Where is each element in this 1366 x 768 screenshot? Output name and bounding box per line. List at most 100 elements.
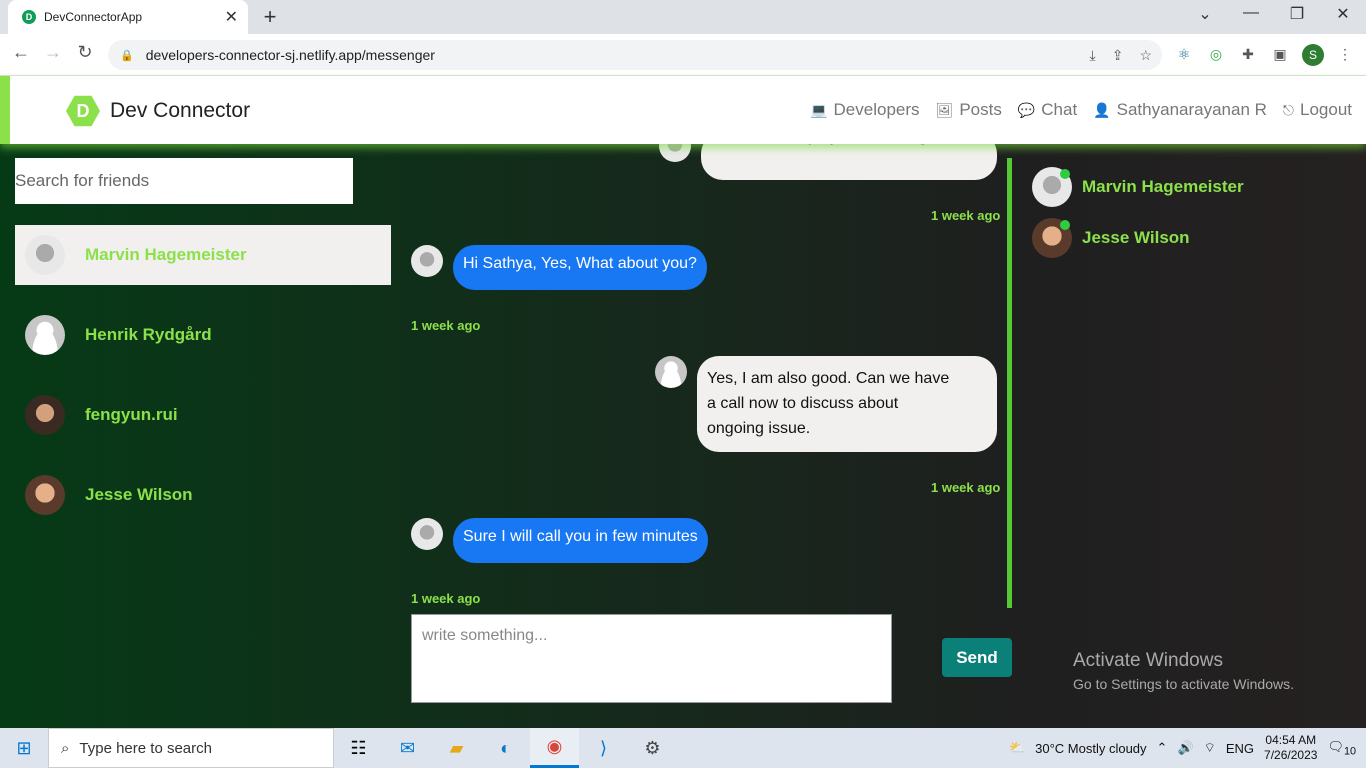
message-timestamp: 1 week ago — [931, 480, 1001, 495]
browser-tab-strip: D DevConnectorApp ✕ + ⌄ — ❐ ✕ — [0, 0, 1366, 34]
edge-icon[interactable]: ◐ — [481, 728, 530, 768]
friend-name: fengyun.rui — [85, 405, 178, 424]
system-tray: ⛅ 30°C Mostly cloudy ⌃ 🔊 ⌔ ENG 04:54 AM … — [1009, 728, 1366, 768]
clock-time: 04:54 AM — [1265, 733, 1317, 747]
chat-divider — [1007, 158, 1012, 608]
mail-icon[interactable]: ✉ — [383, 728, 432, 768]
browser-toolbar: ← → ↻ 🔒 developers-connector-sj.netlify.… — [0, 34, 1366, 76]
online-friend-item[interactable]: Jesse Wilson — [1032, 218, 1272, 258]
menu-kebab-icon[interactable]: ⋮ — [1336, 46, 1354, 64]
windows-start-icon[interactable]: ⊞ — [0, 738, 48, 759]
restore-button[interactable]: ❐ — [1282, 4, 1312, 24]
message-bubble-sent: Yes, I am also good. Can we have a call … — [697, 356, 997, 452]
brand-hex-icon: D — [66, 95, 100, 127]
react-devtools-icon[interactable]: ⚛ — [1175, 46, 1193, 64]
watermark-title: Activate Windows — [1073, 650, 1223, 671]
avatar — [1032, 167, 1072, 207]
minimize-button[interactable]: — — [1236, 4, 1266, 22]
online-friend-item[interactable]: Marvin Hagemeister — [1032, 167, 1272, 207]
message-text-line: ongoing issue. — [707, 420, 811, 437]
activate-windows-watermark: Activate Windows Go to Settings to activ… — [1073, 650, 1294, 692]
friend-item[interactable]: Marvin Hagemeister — [15, 225, 391, 285]
taskbar-search-input[interactable]: ⌕ Type here to search — [48, 728, 334, 768]
notification-icon[interactable]: 🗨10 — [1327, 739, 1356, 758]
message-timestamp: 1 week ago — [411, 591, 481, 606]
avatar — [1032, 218, 1072, 258]
nav-posts-label: Posts — [959, 100, 1002, 119]
task-view-icon[interactable]: ☷ — [334, 728, 383, 768]
nav-developers-label: Developers — [833, 100, 920, 119]
extensions-puzzle-icon[interactable]: ✚ — [1239, 46, 1257, 64]
clock[interactable]: 04:54 AM 7/26/2023 — [1264, 733, 1317, 763]
browser-tab[interactable]: D DevConnectorApp ✕ — [8, 0, 248, 34]
nav-profile[interactable]: 👤 Sathyanarayanan R — [1093, 100, 1267, 120]
avatar — [25, 395, 65, 435]
message-input[interactable]: write something... — [411, 614, 892, 703]
nav-posts[interactable]: 🖼 Posts — [936, 100, 1002, 120]
weather-text[interactable]: 30°C Mostly cloudy — [1035, 741, 1146, 756]
tab-search-chevron-icon[interactable]: ⌄ — [1190, 4, 1220, 24]
network-icon[interactable]: ⌔ — [1204, 740, 1216, 756]
side-panel-icon[interactable]: ▣ — [1271, 46, 1289, 64]
share-icon[interactable]: ⇪ — [1112, 47, 1124, 64]
send-button[interactable]: Send — [942, 638, 1012, 677]
app-navbar: D Dev Connector 💻 Developers 🖼 Posts 💬 Chat… — [0, 76, 1366, 144]
message-text-line: Yes, I am also good. Can we have — [707, 370, 950, 387]
app-icon[interactable]: ⚙ — [628, 728, 677, 768]
message-timestamp: 1 week ago — [411, 318, 481, 333]
new-tab-button[interactable]: + — [258, 4, 282, 30]
notification-count: 10 — [1343, 745, 1356, 758]
install-icon[interactable]: ⤓ — [1090, 47, 1096, 64]
message-bubble-received: Hi Sathya, Yes, What about you? — [453, 245, 707, 290]
avatar — [411, 518, 443, 550]
extension-icon[interactable]: ◎ — [1207, 46, 1225, 64]
watermark-subtitle: Go to Settings to activate Windows. — [1073, 676, 1294, 692]
online-status-icon — [1060, 169, 1070, 179]
nav-profile-label: Sathyanarayanan R — [1116, 100, 1267, 119]
friends-search-input[interactable]: Search for friends — [15, 158, 353, 204]
logout-icon: ⎋ — [1282, 101, 1294, 118]
nav-links: 💻 Developers 🖼 Posts 💬 Chat 👤 Sathyanarayana… — [810, 100, 1352, 120]
avatar — [25, 475, 65, 515]
profile-avatar[interactable]: S — [1302, 44, 1324, 66]
friend-item[interactable]: fengyun.rui — [15, 385, 391, 445]
friend-name: Henrik Rydgård — [85, 325, 212, 344]
message-input-placeholder: write something... — [422, 627, 548, 644]
forward-icon[interactable]: → — [40, 42, 66, 63]
online-friend-name: Jesse Wilson — [1082, 228, 1190, 247]
avatar — [655, 356, 687, 388]
chat-icon: 💬 — [1017, 101, 1036, 118]
message-text-line: a call now to discuss about — [707, 395, 899, 412]
bookmark-star-icon[interactable]: ☆ — [1139, 47, 1152, 64]
nav-chat[interactable]: 💬 Chat — [1018, 100, 1077, 120]
volume-icon[interactable]: 🔊 — [1177, 740, 1193, 756]
message-bubble-received: Sure I will call you in few minutes — [453, 518, 708, 563]
laptop-icon: 💻 — [810, 101, 828, 118]
reload-icon[interactable]: ↻ — [72, 42, 98, 63]
nav-logout[interactable]: ⎋ Logout — [1283, 100, 1352, 120]
favicon-icon: D — [22, 10, 36, 24]
user-icon: 👤 — [1093, 101, 1111, 118]
address-bar[interactable]: 🔒 developers-connector-sj.netlify.app/me… — [108, 40, 1162, 70]
vscode-icon[interactable]: ⟩ — [579, 728, 628, 768]
chrome-icon[interactable]: ◉ — [530, 728, 579, 768]
brand-name: Dev Connector — [110, 99, 251, 122]
lock-icon: 🔒 — [120, 49, 134, 62]
window-close-button[interactable]: ✕ — [1328, 4, 1358, 24]
friend-item[interactable]: Henrik Rydgård — [15, 305, 391, 365]
nav-developers[interactable]: 💻 Developers — [810, 100, 919, 120]
tab-close-icon[interactable]: ✕ — [225, 7, 238, 27]
url-text[interactable]: developers-connector-sj.netlify.app/mess… — [146, 47, 1090, 63]
friends-search-placeholder: Search for friends — [15, 171, 150, 190]
show-hidden-icons-icon[interactable]: ⌃ — [1157, 740, 1168, 756]
avatar — [411, 245, 443, 277]
nav-logout-label: Logout — [1300, 100, 1352, 119]
windows-taskbar: ⊞ ⌕ Type here to search ☷ ✉ ▰ ◐ ◉ ⟩ ⚙ ⛅ … — [0, 728, 1366, 768]
language-indicator[interactable]: ENG — [1226, 741, 1254, 756]
message-timestamp: 1 week ago — [931, 208, 1001, 223]
back-icon[interactable]: ← — [8, 42, 34, 63]
file-explorer-icon[interactable]: ▰ — [432, 728, 481, 768]
brand-logo[interactable]: D Dev Connector — [66, 94, 250, 128]
friend-item[interactable]: Jesse Wilson — [15, 465, 391, 525]
weather-icon[interactable]: ⛅ — [1009, 740, 1025, 756]
